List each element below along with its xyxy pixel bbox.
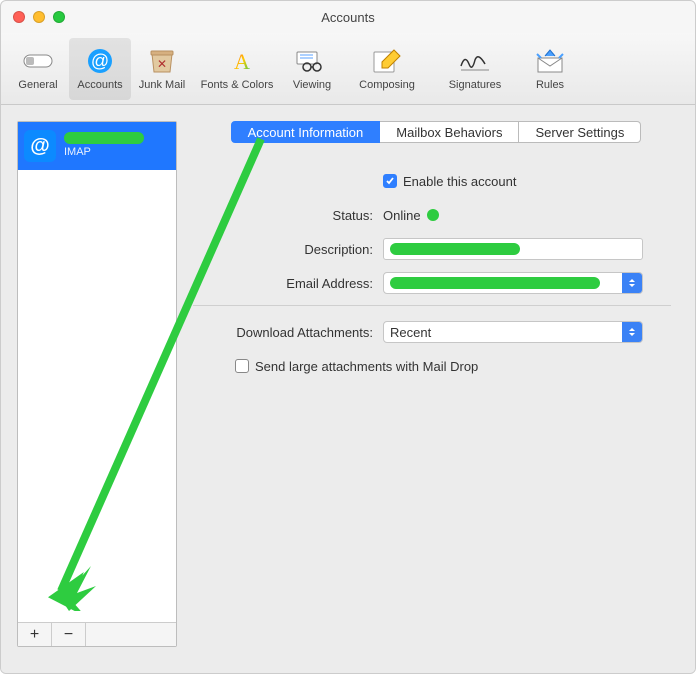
toolbar-accounts[interactable]: @ Accounts <box>69 38 131 100</box>
glasses-icon <box>294 47 330 75</box>
download-attachments-label: Download Attachments: <box>193 325 383 340</box>
status-label: Status: <box>193 208 383 223</box>
svg-text:A: A <box>234 49 250 74</box>
chevron-updown-icon <box>622 273 642 293</box>
mail-drop-label: Send large attachments with Mail Drop <box>255 359 478 374</box>
account-tabs: Account Information Mailbox Behaviors Se… <box>231 121 642 143</box>
toolbar-label: Accounts <box>77 79 122 91</box>
toolbar-label: Rules <box>536 79 564 91</box>
toolbar-general[interactable]: General <box>7 38 69 100</box>
preferences-toolbar: General @ Accounts ✕ Junk Mail A Fonts &… <box>1 33 695 105</box>
tab-account-information[interactable]: Account Information <box>231 121 381 143</box>
preferences-window: Accounts General @ Accounts ✕ Junk Mail … <box>0 0 696 674</box>
account-row[interactable]: @ IMAP <box>18 122 176 170</box>
account-type: IMAP <box>64 144 144 159</box>
switch-icon <box>20 47 56 75</box>
chevron-updown-icon <box>622 322 642 342</box>
pencil-paper-icon <box>369 47 405 75</box>
description-label: Description: <box>193 242 383 257</box>
at-icon: @ <box>24 130 56 162</box>
toolbar-label: Junk Mail <box>139 79 185 91</box>
toolbar-label: Composing <box>359 79 415 91</box>
status-indicator-icon <box>427 209 439 221</box>
enable-account-checkbox[interactable] <box>383 174 397 188</box>
svg-text:@: @ <box>91 51 109 71</box>
download-attachments-value: Recent <box>390 325 431 340</box>
trash-icon: ✕ <box>144 47 180 75</box>
font-color-icon: A <box>219 47 255 75</box>
email-value-masked <box>390 277 600 289</box>
accounts-list: @ IMAP + − <box>17 121 177 647</box>
toolbar-label: Signatures <box>449 79 502 91</box>
titlebar: Accounts <box>1 1 695 33</box>
sidebar-footer: + − <box>18 622 176 646</box>
remove-account-button[interactable]: − <box>52 623 86 646</box>
email-address-select[interactable] <box>383 272 643 294</box>
description-value-masked <box>390 243 520 255</box>
sidebar-spacer <box>18 170 176 622</box>
rules-icon <box>532 47 568 75</box>
enable-account-label: Enable this account <box>403 174 516 189</box>
account-text: IMAP <box>64 132 144 159</box>
toolbar-label: Fonts & Colors <box>201 79 274 91</box>
svg-text:✕: ✕ <box>157 57 167 71</box>
toolbar-fonts-colors[interactable]: A Fonts & Colors <box>193 38 281 100</box>
toolbar-signatures[interactable]: Signatures <box>431 38 519 100</box>
divider <box>193 305 671 306</box>
status-value: Online <box>383 208 421 223</box>
tab-server-settings[interactable]: Server Settings <box>519 121 641 143</box>
toolbar-label: Viewing <box>293 79 331 91</box>
download-attachments-select[interactable]: Recent <box>383 321 643 343</box>
toolbar-viewing[interactable]: Viewing <box>281 38 343 100</box>
mail-drop-checkbox[interactable] <box>235 359 249 373</box>
window-title: Accounts <box>1 10 695 25</box>
at-icon: @ <box>82 47 118 75</box>
email-label: Email Address: <box>193 276 383 291</box>
toolbar-composing[interactable]: Composing <box>343 38 431 100</box>
content-area: @ IMAP + − Account Information Mailbox B… <box>1 105 695 673</box>
description-field[interactable] <box>383 238 643 260</box>
account-detail: Account Information Mailbox Behaviors Se… <box>193 121 679 657</box>
tab-mailbox-behaviors[interactable]: Mailbox Behaviors <box>380 121 519 143</box>
toolbar-label: General <box>18 79 57 91</box>
toolbar-rules[interactable]: Rules <box>519 38 581 100</box>
account-name-masked <box>64 132 144 144</box>
footer-spacer <box>86 623 176 646</box>
add-account-button[interactable]: + <box>18 623 52 646</box>
signature-icon <box>457 47 493 75</box>
toolbar-junk-mail[interactable]: ✕ Junk Mail <box>131 38 193 100</box>
account-information-pane: Enable this account Status: Online Descr… <box>193 157 679 386</box>
